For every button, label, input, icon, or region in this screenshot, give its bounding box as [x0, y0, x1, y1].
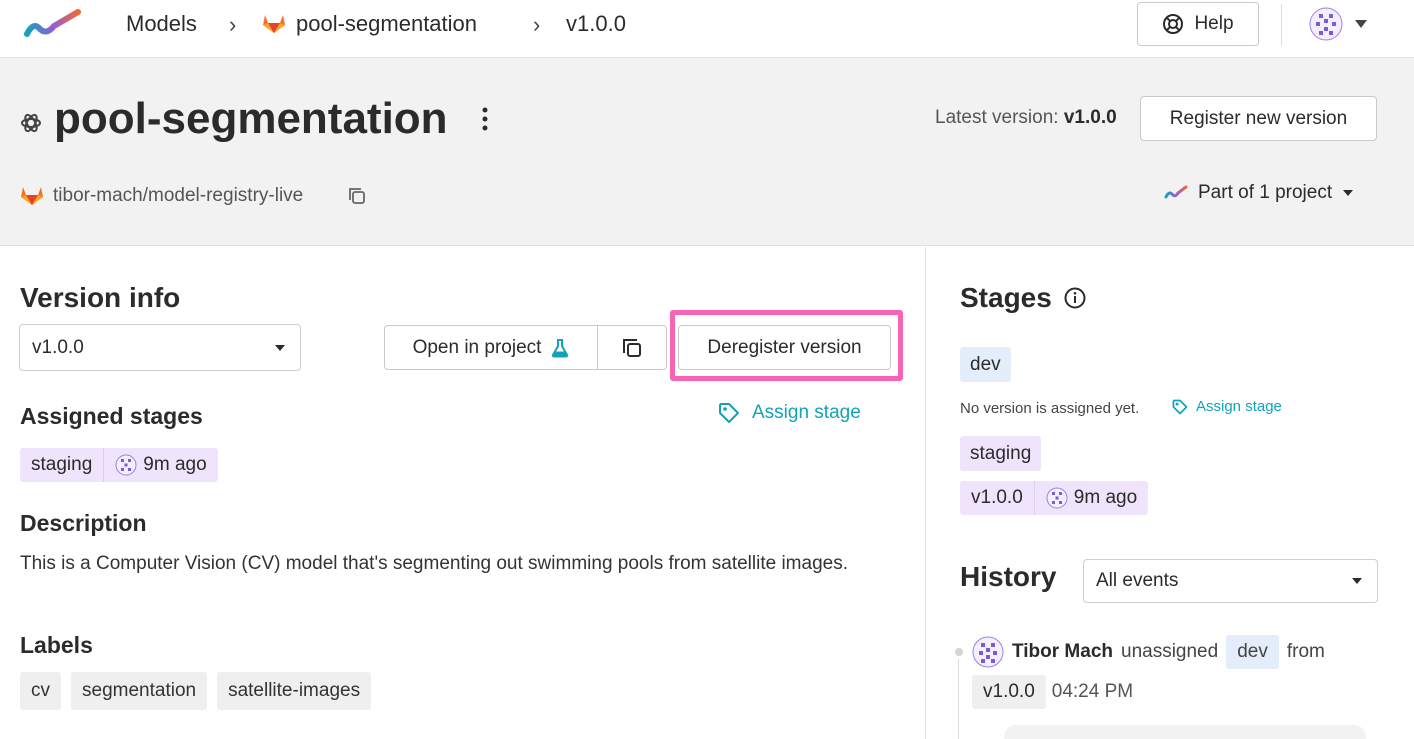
- assign-stage-label: Assign stage: [1196, 398, 1282, 415]
- copy-icon: [623, 338, 641, 357]
- gitlab-icon: [21, 187, 43, 205]
- version-info-panel: Version info v1.0.0 Open in project Dere…: [0, 247, 925, 739]
- event-time: 04:24 PM: [1051, 681, 1134, 702]
- timeline-line: [958, 659, 959, 739]
- event-stage-tag: dev: [1226, 635, 1279, 669]
- assigned-stage-badge[interactable]: staging 9m ago: [20, 448, 218, 482]
- page-title: pool-segmentation: [54, 94, 448, 143]
- stage-staging-tag: staging: [960, 436, 1042, 471]
- version-select[interactable]: v1.0.0: [19, 324, 301, 371]
- deregister-version-button[interactable]: Deregister version: [678, 325, 891, 370]
- open-in-project-button[interactable]: Open in project: [385, 326, 598, 369]
- event-version-tag: v1.0.0: [972, 675, 1046, 709]
- label-tag: cv: [20, 672, 61, 710]
- breadcrumb-version: v1.0.0: [566, 11, 626, 36]
- no-version-text: No version is assigned yet.: [960, 400, 1140, 417]
- caret-down-icon: [1343, 190, 1354, 196]
- assigned-time: 9m ago: [143, 454, 207, 475]
- project-logo-icon: [1164, 185, 1188, 199]
- assign-stage-label: Assign stage: [752, 402, 861, 423]
- breadcrumb-models[interactable]: Models: [126, 11, 197, 37]
- repo-link[interactable]: tibor-mach/model-registry-live: [53, 184, 303, 208]
- assign-stage-link[interactable]: Assign stage: [1172, 398, 1282, 415]
- model-icon: [21, 113, 41, 133]
- caret-down-icon: [275, 344, 285, 351]
- labels-list: cv segmentation satellite-images: [20, 672, 372, 710]
- more-options-icon[interactable]: [474, 106, 496, 132]
- event-user[interactable]: Tibor Mach: [1012, 641, 1113, 663]
- history-title: History: [960, 561, 1057, 592]
- gitlab-icon: [263, 15, 285, 33]
- open-in-project-label: Open in project: [412, 336, 542, 358]
- latest-version: Latest version: v1.0.0: [935, 106, 1117, 130]
- assigned-stages-title: Assigned stages: [20, 403, 203, 429]
- avatar: [972, 636, 1004, 668]
- assign-stage-link[interactable]: Assign stage: [718, 402, 861, 424]
- model-header: pool-segmentation Latest version: v1.0.0…: [0, 58, 1414, 246]
- breadcrumb-separator: ›: [533, 12, 541, 37]
- staging-time: 9m ago: [1073, 487, 1138, 508]
- stages-panel: Stages dev No version is assigned yet. A…: [926, 247, 1414, 739]
- stage-dev-tag: dev: [960, 347, 1011, 382]
- breadcrumb-model[interactable]: pool-segmentation: [296, 11, 477, 37]
- copy-icon[interactable]: [348, 187, 366, 205]
- avatar: [1309, 7, 1343, 41]
- breadcrumb-separator: ›: [229, 12, 237, 37]
- caret-down-icon: [1352, 578, 1362, 584]
- event-from: from: [1286, 641, 1325, 662]
- history-event-details: v1.0.0 04:24 PM: [972, 675, 1133, 709]
- latest-version-label: Latest version:: [935, 107, 1059, 128]
- event-action: unassigned: [1121, 641, 1219, 662]
- copy-version-button[interactable]: [598, 326, 666, 369]
- version-actions: Open in project: [384, 325, 667, 370]
- event-card: [1004, 725, 1366, 739]
- description-title: Description: [20, 510, 147, 536]
- user-menu[interactable]: [1308, 6, 1368, 42]
- lifebuoy-icon: [1163, 14, 1184, 34]
- tag-icon: [1172, 399, 1188, 414]
- help-button[interactable]: Help: [1137, 2, 1259, 46]
- events-filter-value: All events: [1096, 570, 1179, 591]
- app-logo-icon[interactable]: [24, 8, 82, 42]
- events-filter-select[interactable]: All events: [1083, 559, 1378, 603]
- label-tag: satellite-images: [217, 672, 372, 710]
- top-nav: Models › pool-segmentation › v1.0.0 Help: [0, 0, 1414, 58]
- labels-title: Labels: [20, 632, 93, 658]
- stage-name: staging: [31, 454, 93, 475]
- nav-divider: [1281, 4, 1282, 46]
- part-of-projects-dropdown[interactable]: Part of 1 project: [1164, 182, 1354, 204]
- avatar: [115, 454, 137, 476]
- info-icon[interactable]: [1064, 287, 1086, 309]
- avatar: [1046, 487, 1068, 509]
- stages-title-text: Stages: [960, 282, 1052, 313]
- staging-version: v1.0.0: [971, 487, 1023, 508]
- staging-version-badge[interactable]: v1.0.0 9m ago: [960, 481, 1149, 515]
- caret-down-icon: [1355, 20, 1367, 28]
- description-text: This is a Computer Vision (CV) model tha…: [20, 553, 848, 574]
- stages-title: Stages: [960, 281, 1086, 315]
- version-select-value: v1.0.0: [32, 336, 84, 358]
- part-of-label: Part of 1 project: [1198, 182, 1333, 203]
- latest-version-value: v1.0.0: [1063, 107, 1117, 128]
- tag-icon: [719, 403, 739, 423]
- label-tag: segmentation: [71, 672, 208, 710]
- help-label: Help: [1194, 13, 1234, 34]
- timeline-dot: [955, 648, 963, 656]
- flask-icon: [552, 338, 569, 357]
- history-event: Tibor Mach unassigned dev from: [972, 635, 1325, 669]
- version-info-title: Version info: [20, 282, 181, 313]
- register-new-version-button[interactable]: Register new version: [1140, 96, 1377, 141]
